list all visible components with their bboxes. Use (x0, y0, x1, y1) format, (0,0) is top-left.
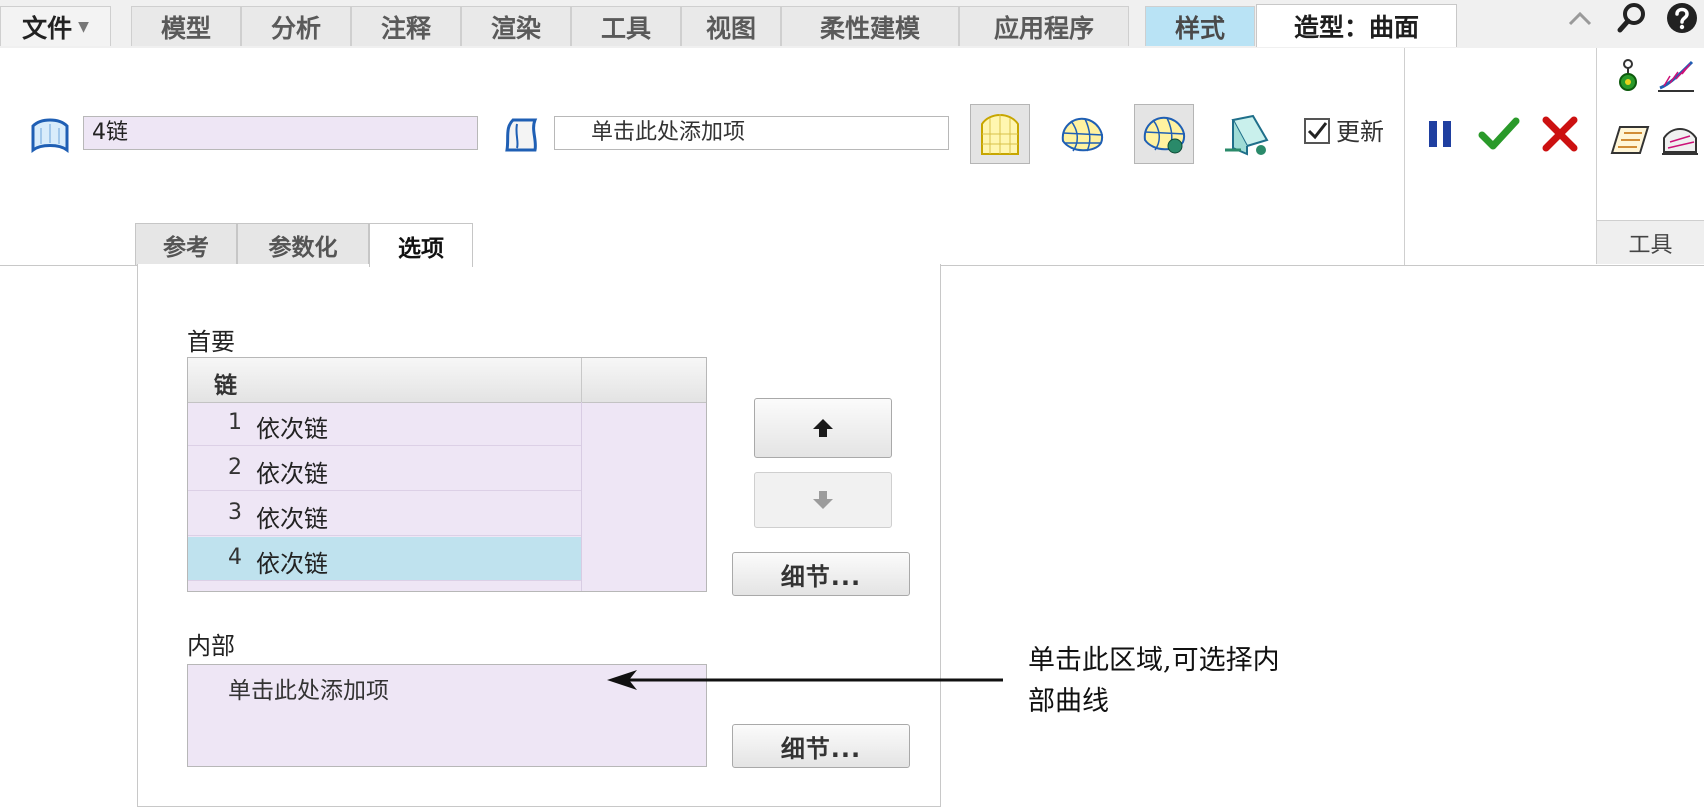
row-chain-text: 依次链 (256, 550, 328, 578)
inner-curve-placeholder: 单击此处添加项 (228, 678, 389, 704)
tab-render-label: 渲染 (490, 13, 541, 43)
row-chain-text: 依次链 (256, 415, 328, 443)
inner-label: 内部 (187, 632, 235, 660)
search-icon[interactable] (1614, 0, 1650, 36)
annotation-line-1: 单击此区域,可选择内 (1028, 645, 1280, 676)
table-row[interactable]: 1 依次链 (188, 402, 582, 446)
tab-options-label: 选项 (398, 235, 444, 262)
file-menu-label: 文件 (22, 13, 73, 43)
tab-model-label: 模型 (160, 13, 211, 43)
row-chain-text: 依次链 (256, 460, 328, 488)
boundary-chain-icon[interactable] (28, 115, 72, 155)
cross-chain-icon[interactable] (500, 115, 544, 155)
chevron-down-icon: ▼ (78, 18, 89, 35)
surface-display-toggle[interactable] (970, 104, 1030, 164)
row-number: 3 (228, 500, 242, 525)
tab-flexible-modeling[interactable]: 柔性建模 (781, 6, 959, 46)
tab-references-label: 参考 (163, 234, 209, 261)
row-number: 1 (228, 410, 242, 435)
ribbon-separator (1404, 48, 1405, 265)
annotation-arrow (607, 670, 1003, 690)
inner-details-label: 细节... (780, 734, 862, 763)
tab-applications[interactable]: 应用程序 (959, 6, 1129, 46)
plane-section-icon[interactable] (1608, 120, 1652, 160)
tab-references[interactable]: 参考 (135, 223, 237, 265)
row-number: 4 (228, 545, 242, 570)
cancel-x-icon[interactable] (1538, 112, 1582, 156)
analysis-probe-icon[interactable] (1608, 56, 1648, 96)
update-label: 更新 (1336, 118, 1384, 146)
tab-options[interactable]: 选项 (369, 223, 473, 267)
tab-parameterization[interactable]: 参数化 (237, 223, 369, 265)
primary-label: 首要 (187, 328, 235, 356)
tab-annotate[interactable]: 注释 (351, 6, 461, 46)
column-header-chain: 链 (214, 373, 237, 399)
tab-view-label: 视图 (705, 13, 756, 43)
help-icon[interactable] (1664, 0, 1700, 36)
inner-details-button[interactable]: 细节... (732, 724, 910, 768)
tab-style-surface[interactable]: 造型：曲面 (1256, 4, 1457, 47)
table-row[interactable]: 3 依次链 (188, 492, 582, 536)
arrow-down-icon (813, 491, 833, 509)
surface-preview-icon[interactable] (1218, 104, 1278, 164)
chain-collector-value: 4链 (92, 120, 128, 145)
surface-analysis-icon[interactable] (1658, 120, 1702, 160)
ribbon: 4链 单击此处添加项 更新 工具 参考 参数化 选项 (0, 48, 1704, 267)
tab-parameterization-label: 参数化 (268, 234, 338, 261)
confirm-check-icon[interactable] (1476, 112, 1522, 156)
tab-annotate-label: 注释 (380, 13, 431, 43)
tab-style-label: 样式 (1174, 13, 1225, 43)
tab-render[interactable]: 渲染 (461, 6, 571, 46)
cross-chain-field[interactable]: 单击此处添加项 (554, 116, 949, 150)
cross-chain-placeholder: 单击此处添加项 (591, 120, 746, 145)
minimize-ribbon-icon[interactable] (1562, 0, 1598, 36)
table-row[interactable]: 2 依次链 (188, 447, 582, 491)
arrow-up-icon (813, 419, 833, 437)
tab-style-surface-label: 造型：曲面 (1293, 13, 1419, 42)
tab-analysis-label: 分析 (270, 13, 321, 43)
menu-bar: 文件 ▼ 模型 分析 注释 渲染 工具 视图 柔性建模 应用程序 样式 造型：曲… (0, 0, 1704, 49)
move-up-button[interactable] (754, 398, 892, 458)
tab-tools[interactable]: 工具 (571, 6, 681, 46)
move-down-button[interactable] (754, 472, 892, 528)
pause-icon[interactable] (1422, 114, 1458, 154)
annotation-line-2: 部曲线 (1028, 686, 1109, 717)
update-checkbox[interactable] (1304, 118, 1330, 144)
row-number: 2 (228, 455, 242, 480)
tools-group-label: 工具 (1596, 220, 1704, 264)
primary-chain-table[interactable]: 链 1 依次链 2 依次链 3 依次链 4 依次链 (187, 357, 707, 592)
tab-applications-label: 应用程序 (993, 13, 1094, 43)
column-divider (581, 402, 582, 591)
annotation-text: 单击此区域,可选择内 部曲线 (1028, 640, 1358, 722)
mesh-surface-icon[interactable] (1052, 104, 1112, 164)
table-header: 链 (188, 358, 706, 403)
table-row-selected[interactable]: 4 依次链 (188, 537, 582, 581)
row-chain-text: 依次链 (256, 505, 328, 533)
tab-style[interactable]: 样式 (1145, 6, 1255, 46)
tab-model[interactable]: 模型 (131, 6, 241, 46)
tab-analysis[interactable]: 分析 (241, 6, 351, 46)
curvature-analysis-icon[interactable] (1654, 56, 1698, 96)
primary-details-button[interactable]: 细节... (732, 552, 910, 596)
curvature-surface-toggle[interactable] (1134, 104, 1194, 164)
primary-details-label: 细节... (780, 562, 862, 591)
column-divider (581, 358, 582, 402)
tab-flexible-modeling-label: 柔性建模 (819, 13, 920, 43)
chain-collector-field[interactable]: 4链 (83, 116, 478, 150)
tab-tools-label: 工具 (600, 13, 651, 43)
tab-view[interactable]: 视图 (681, 6, 781, 46)
file-menu[interactable]: 文件 ▼ (0, 6, 111, 46)
ribbon-separator (1596, 48, 1597, 220)
